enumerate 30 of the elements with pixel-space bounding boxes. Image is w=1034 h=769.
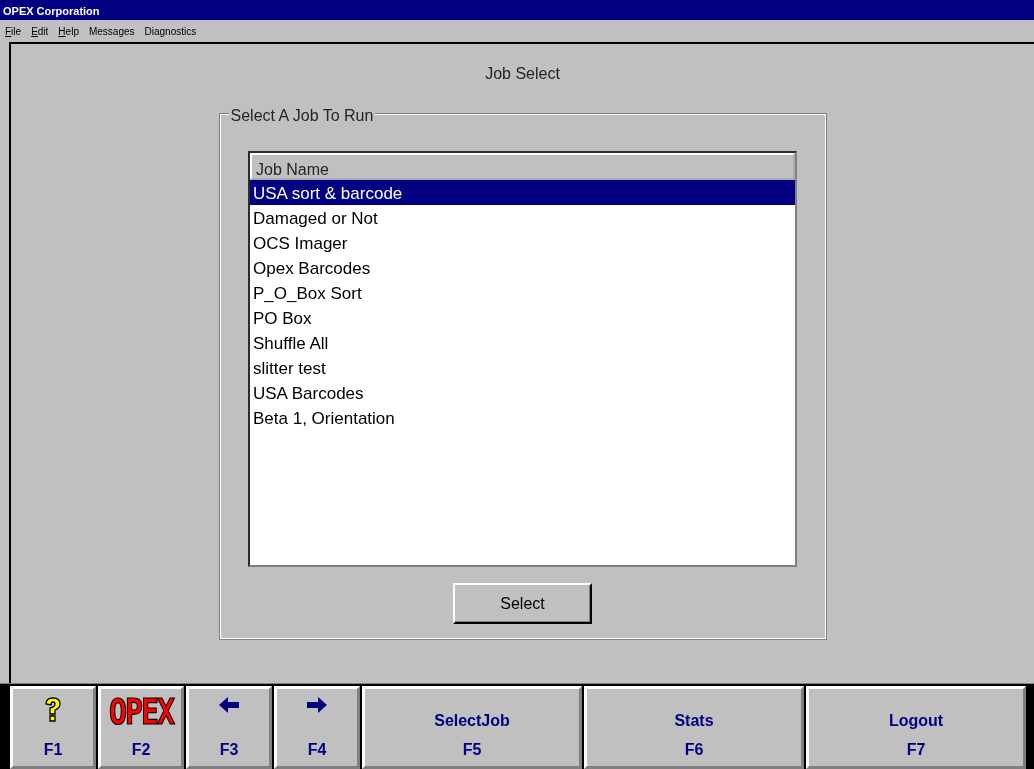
- help-icon: [44, 697, 62, 723]
- job-row[interactable]: USA sort & barcode: [250, 180, 795, 205]
- job-row[interactable]: Opex Barcodes: [250, 255, 795, 280]
- job-row[interactable]: Damaged or Not: [250, 205, 795, 230]
- function-key[interactable]: Logout F7: [806, 686, 1026, 769]
- job-row[interactable]: USA Barcodes: [250, 380, 795, 405]
- function-key[interactable]: F1: [10, 686, 96, 769]
- left-arrow-icon: [219, 697, 239, 713]
- menu-item[interactable]: Diagnostics: [144, 24, 197, 42]
- job-row[interactable]: slitter test: [250, 355, 795, 380]
- right-arrow-icon: [307, 697, 327, 713]
- function-key[interactable]: F3: [186, 686, 272, 769]
- window-title: OPEX Corporation: [0, 0, 1034, 20]
- function-key[interactable]: OPEX F2: [98, 686, 184, 769]
- job-row[interactable]: Beta 1, Orientation: [250, 405, 795, 430]
- function-key[interactable]: SelectJob F5: [362, 686, 582, 769]
- screen-title: Job Select: [485, 64, 560, 84]
- job-row[interactable]: P_O_Box Sort: [250, 280, 795, 305]
- function-key[interactable]: Stats F6: [584, 686, 804, 769]
- job-row[interactable]: Shuffle All: [250, 330, 795, 355]
- select-button[interactable]: Select: [453, 583, 592, 624]
- job-row[interactable]: PO Box: [250, 305, 795, 330]
- opex-logo: OPEX: [108, 694, 174, 730]
- menu-item[interactable]: Edit: [31, 24, 49, 42]
- column-header[interactable]: Job Name: [250, 153, 795, 180]
- function-key[interactable]: F4: [274, 686, 360, 769]
- menu-item[interactable]: Messages: [88, 24, 135, 42]
- menu-item[interactable]: Help: [58, 24, 79, 42]
- menu-item[interactable]: File: [5, 24, 22, 42]
- job-row[interactable]: OCS Imager: [250, 230, 795, 255]
